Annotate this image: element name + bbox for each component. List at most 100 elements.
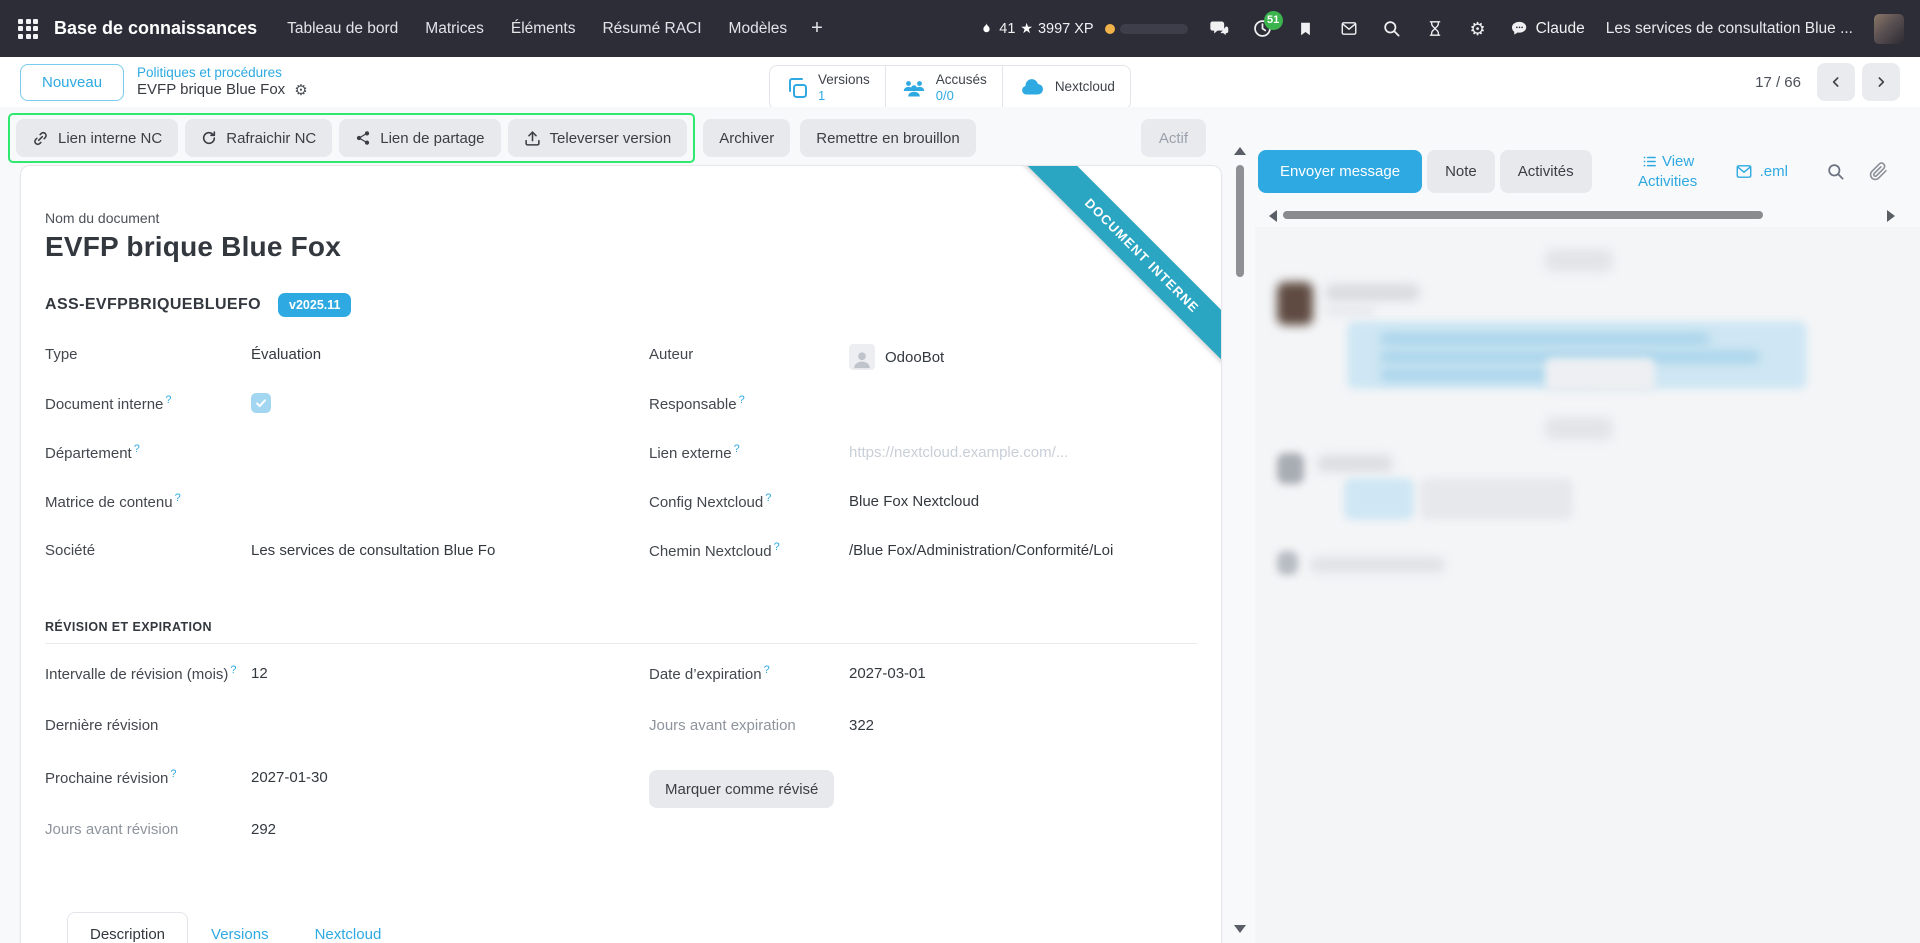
form-vertical-scrollbar[interactable]	[1231, 141, 1249, 943]
help-icon[interactable]: ?	[739, 394, 745, 406]
help-icon[interactable]: ?	[170, 768, 176, 780]
archive-button[interactable]: Archiver	[703, 119, 790, 157]
horizontal-scroll-thumb[interactable]	[1283, 211, 1763, 219]
internal-document-checkbox[interactable]	[251, 393, 271, 413]
chevron-right-icon	[1873, 74, 1889, 90]
field-column-left: Type Évaluation Document interne? Départ…	[45, 341, 593, 586]
view-activities-link[interactable]: View Activities	[1618, 152, 1718, 191]
claude-bubble-icon	[1510, 20, 1529, 38]
discuss-icon[interactable]	[1209, 18, 1231, 40]
help-icon[interactable]: ?	[764, 664, 770, 676]
help-icon[interactable]: ?	[734, 443, 740, 455]
chevron-left-icon	[1828, 74, 1844, 90]
menu-resume-raci[interactable]: Résumé RACI	[602, 20, 701, 38]
help-icon[interactable]: ?	[774, 541, 780, 553]
field-prochaine-revision-value[interactable]: 2027-01-30	[251, 767, 593, 788]
send-message-button[interactable]: Envoyer message	[1258, 150, 1422, 193]
bookmark-icon[interactable]	[1295, 18, 1317, 40]
breadcrumb: Politiques et procédures EVFP brique Blu…	[137, 65, 308, 99]
scroll-down-arrow[interactable]	[1234, 925, 1246, 933]
stat-label: Versions	[818, 72, 870, 88]
app-title[interactable]: Base de connaissances	[54, 18, 257, 39]
stage-actif[interactable]: Actif	[1141, 119, 1206, 157]
menu-matrices[interactable]: Matrices	[425, 20, 484, 38]
tab-versions[interactable]: Versions	[188, 912, 292, 943]
chatter-horizontal-scrollbar[interactable]	[1255, 207, 1920, 221]
stat-button-accuses[interactable]: Accusés 0/0	[885, 65, 1003, 110]
message-author-blur	[1317, 455, 1393, 472]
menu-tableau-de-bord[interactable]: Tableau de bord	[287, 20, 398, 38]
stat-value: 0/0	[936, 88, 987, 104]
field-chemin-nextcloud-value[interactable]: /Blue Fox/Administration/Conformité/Loi	[849, 540, 1197, 561]
attachment-paperclip-icon[interactable]	[1869, 162, 1888, 181]
actions-gear-icon[interactable]: ⚙	[294, 83, 307, 98]
message-avatar-blur	[1277, 282, 1313, 325]
activities-clock-icon[interactable]: 51	[1252, 18, 1274, 40]
internal-link-nc-button[interactable]: Lien interne NC	[16, 119, 178, 157]
field-prochaine-revision: Prochaine révision? 2027-01-30	[45, 764, 593, 816]
field-responsable: Responsable?	[649, 390, 1197, 439]
settings-gear-icon[interactable]: ⚙	[1467, 18, 1489, 40]
claude-menu[interactable]: Claude	[1510, 20, 1585, 38]
document-title[interactable]: EVFP brique Blue Fox	[45, 231, 1197, 263]
field-config-nextcloud-value[interactable]: Blue Fox Nextcloud	[849, 491, 1197, 512]
help-icon[interactable]: ?	[134, 443, 140, 455]
vertical-scroll-thumb[interactable]	[1236, 165, 1244, 277]
help-icon[interactable]: ?	[165, 394, 171, 406]
stat-label: Nextcloud	[1055, 79, 1115, 95]
chatter-search-icon[interactable]	[1826, 162, 1845, 181]
tab-nextcloud[interactable]: Nextcloud	[292, 912, 405, 943]
log-note-button[interactable]: Note	[1427, 150, 1495, 193]
search-icon[interactable]	[1381, 18, 1403, 40]
mail-icon[interactable]	[1338, 18, 1360, 40]
field-matrice-contenu: Matrice de contenu?	[45, 488, 593, 537]
scroll-left-arrow[interactable]	[1269, 210, 1277, 222]
share-link-button[interactable]: Lien de partage	[339, 119, 500, 157]
scroll-right-arrow[interactable]	[1887, 210, 1895, 222]
field-date-expiration-value[interactable]: 2027-03-01	[849, 663, 1197, 684]
stat-button-versions[interactable]: Versions 1	[769, 65, 886, 110]
menu-modeles[interactable]: Modèles	[729, 20, 788, 38]
breadcrumb-parent-link[interactable]: Politiques et procédures	[137, 65, 308, 81]
field-chemin-nextcloud: Chemin Nextcloud? /Blue Fox/Administrati…	[649, 537, 1197, 586]
help-icon[interactable]: ?	[230, 664, 236, 676]
scroll-up-arrow[interactable]	[1234, 147, 1246, 155]
download-eml-link[interactable]: .eml	[1734, 163, 1788, 180]
xp-level-dot	[1105, 24, 1115, 34]
new-button[interactable]: Nouveau	[20, 64, 124, 101]
mark-revised-button[interactable]: Marquer comme révisé	[649, 770, 834, 808]
add-menu-icon[interactable]: +	[811, 17, 823, 40]
stat-button-nextcloud[interactable]: Nextcloud	[1002, 65, 1131, 110]
stat-value: 1	[818, 88, 870, 104]
reference-row: ASS-EVFPBRIQUEBLUEFO v2025.11	[45, 293, 1197, 317]
hourglass-icon[interactable]	[1424, 18, 1446, 40]
help-icon[interactable]: ?	[175, 492, 181, 504]
field-intervalle-value[interactable]: 12	[251, 663, 593, 684]
reset-to-draft-button[interactable]: Remettre en brouillon	[800, 119, 975, 157]
field-grid: Type Évaluation Document interne? Départ…	[45, 341, 1197, 586]
version-badge: v2025.11	[278, 293, 351, 317]
revision-column-right: Date d’expiration? 2027-03-01 Jours avan…	[649, 660, 1197, 868]
apps-grid-icon[interactable]	[18, 19, 38, 39]
upload-version-button[interactable]: Televerser version	[508, 119, 688, 157]
message-meta-blur	[1325, 306, 1375, 315]
company-switcher[interactable]: Les services de consultation Blue ...	[1606, 20, 1853, 38]
help-icon[interactable]: ?	[765, 492, 771, 504]
field-jours-avant-expiration-value: 322	[849, 715, 1197, 736]
refresh-nc-button[interactable]: Rafraichir NC	[185, 119, 332, 157]
activities-button[interactable]: Activités	[1500, 150, 1592, 193]
pager-previous-button[interactable]	[1817, 63, 1855, 101]
menu-elements[interactable]: Éléments	[511, 20, 576, 38]
date-divider-blur	[1545, 417, 1613, 440]
pager-counter[interactable]: 17 / 66	[1755, 74, 1801, 91]
user-avatar[interactable]	[1874, 14, 1904, 44]
pager-next-button[interactable]	[1862, 63, 1900, 101]
field-auteur-value[interactable]: OdooBot	[849, 344, 1197, 370]
check-icon	[254, 396, 268, 410]
field-lien-externe-input[interactable]: https://nextcloud.example.com/...	[849, 442, 1197, 463]
copy-pages-icon	[785, 76, 809, 100]
navbar-left: Base de connaissances Tableau de bord Ma…	[12, 17, 823, 40]
tab-description[interactable]: Description	[67, 912, 188, 943]
field-type-value[interactable]: Évaluation	[251, 344, 593, 365]
field-societe-value[interactable]: Les services de consultation Blue Fo	[251, 540, 593, 561]
